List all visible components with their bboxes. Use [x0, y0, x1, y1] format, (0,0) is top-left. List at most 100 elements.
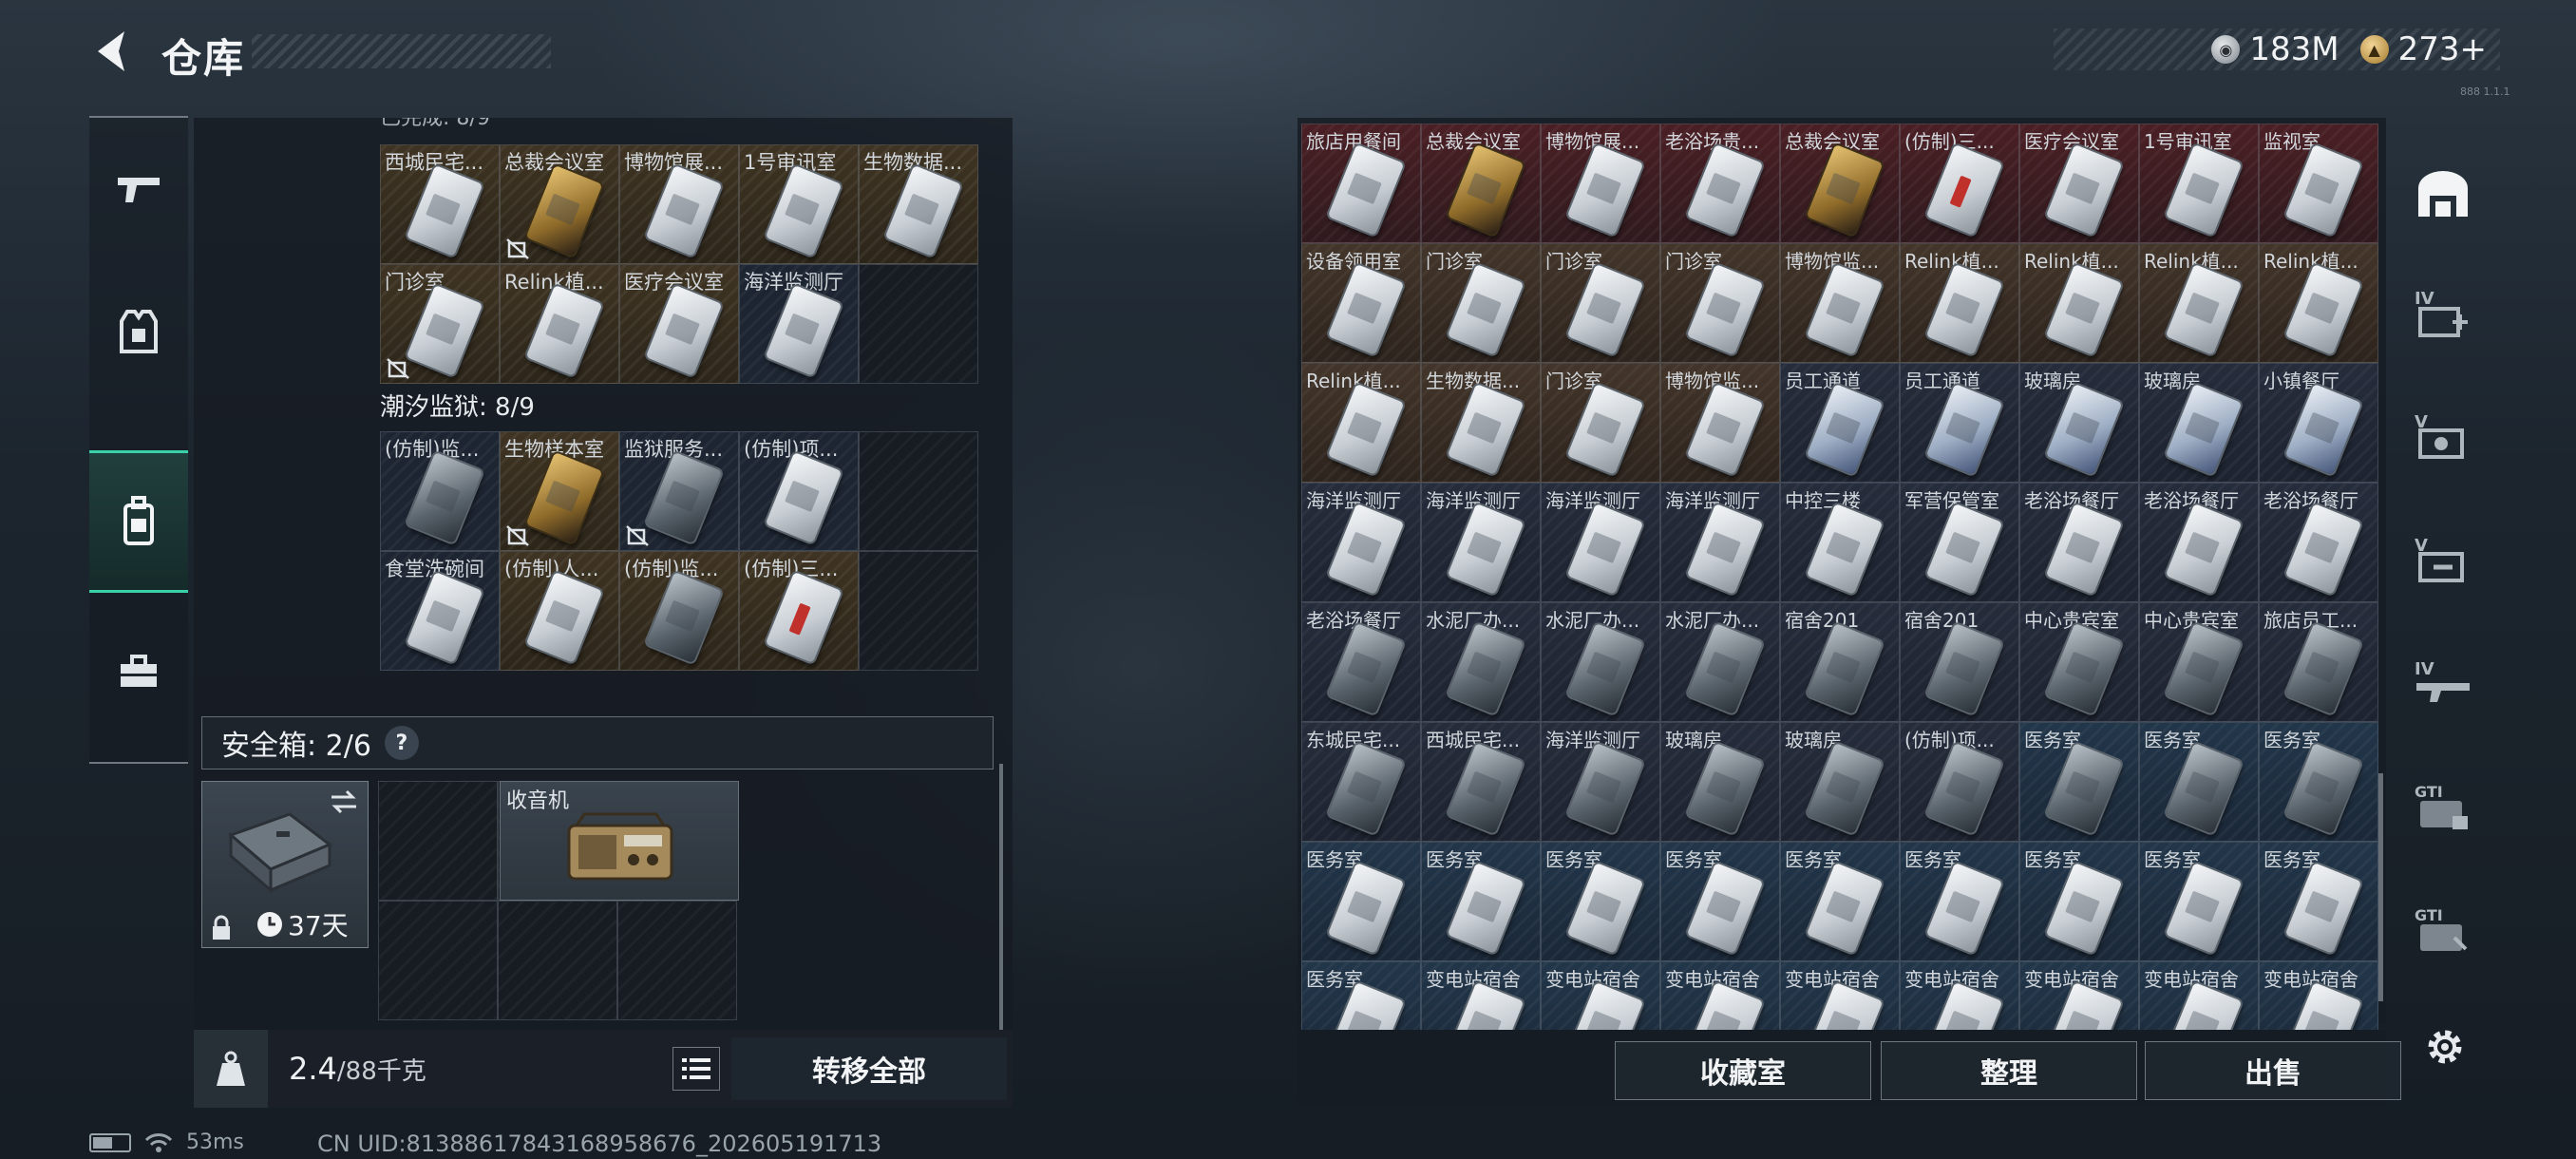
nav-toolbox[interactable]	[89, 600, 188, 743]
inventory-item[interactable]: 老浴场贵...	[1660, 124, 1780, 243]
storage-item[interactable]: Relink植...	[500, 264, 619, 384]
inventory-scrollbar[interactable]	[2378, 773, 2383, 1001]
inventory-item[interactable]: 变电站宿舍	[1780, 961, 1900, 1030]
inventory-item[interactable]: 玻璃房	[2139, 363, 2259, 483]
inventory-item[interactable]: Relink植...	[2139, 243, 2259, 363]
collection-room-button[interactable]: 收藏室	[1615, 1041, 1871, 1100]
inventory-item[interactable]: 变电站宿舍	[1421, 961, 1541, 1030]
tab-gti-card[interactable]: GTI	[2403, 750, 2483, 874]
storage-item[interactable]: 生物样本室	[500, 431, 619, 551]
inventory-item[interactable]: 海洋监测厅	[1541, 722, 1660, 842]
safe-slot[interactable]	[378, 901, 498, 1020]
inventory-item[interactable]: 门诊室	[1541, 363, 1660, 483]
settings-button[interactable]	[2418, 1020, 2472, 1074]
inventory-item[interactable]: 东城民宅...	[1301, 722, 1421, 842]
inventory-item[interactable]: 员工通道	[1900, 363, 2019, 483]
inventory-item[interactable]: 医务室	[2139, 722, 2259, 842]
inventory-item[interactable]: 海洋监测厅	[1541, 483, 1660, 602]
inventory-item[interactable]: 医务室	[1780, 842, 1900, 961]
safe-slot[interactable]	[378, 781, 498, 901]
tab-storage-home[interactable]	[2403, 133, 2483, 256]
inventory-item[interactable]: 医务室	[1301, 961, 1421, 1030]
tab-tier-v-tool[interactable]: V	[2403, 504, 2483, 627]
storage-item[interactable]: 博物馆展...	[619, 144, 739, 264]
storage-item[interactable]: (仿制)监...	[619, 551, 739, 671]
help-button[interactable]: ?	[384, 726, 419, 760]
empty-slot[interactable]	[859, 551, 978, 671]
nav-backpack[interactable]	[89, 450, 188, 593]
inventory-item[interactable]: 1号审讯室	[2139, 124, 2259, 243]
safe-slot[interactable]	[617, 901, 737, 1020]
sell-button[interactable]: 出售	[2145, 1041, 2401, 1100]
nav-armor[interactable]	[89, 260, 188, 403]
inventory-item[interactable]: 总裁会议室	[1780, 124, 1900, 243]
inventory-item[interactable]: 军营保管室	[1900, 483, 2019, 602]
inventory-item[interactable]: 水泥厂办...	[1660, 602, 1780, 722]
inventory-item[interactable]: (仿制)项...	[1900, 722, 2019, 842]
inventory-item[interactable]: 医务室	[2019, 722, 2139, 842]
inventory-item[interactable]: 博物馆监...	[1780, 243, 1900, 363]
inventory-item[interactable]: 医务室	[1541, 842, 1660, 961]
swap-icon[interactable]	[328, 788, 360, 816]
inventory-item[interactable]: 西城民宅...	[1421, 722, 1541, 842]
list-view-button[interactable]	[672, 1047, 720, 1091]
storage-scroll-area[interactable]: 已完成: 8/9 西城民宅... 总裁会议室 博物馆展... 1号审讯室 生物数据...…	[194, 118, 1013, 1030]
inventory-item[interactable]: 医务室	[1421, 842, 1541, 961]
back-button[interactable]	[84, 21, 141, 82]
storage-scrollbar[interactable]	[999, 764, 1003, 1030]
storage-item[interactable]: 海洋监测厅	[739, 264, 859, 384]
inventory-item[interactable]: 海洋监测厅	[1660, 483, 1780, 602]
storage-item[interactable]: 监狱服务...	[619, 431, 739, 551]
inventory-item[interactable]: 变电站宿舍	[1541, 961, 1660, 1030]
inventory-item[interactable]: 医务室	[2019, 842, 2139, 961]
inventory-item[interactable]: 宿舍201	[1900, 602, 2019, 722]
inventory-scroll-area[interactable]: 旅店用餐间 总裁会议室 博物馆展... 老浴场贵... 总裁会议室 (仿制)三... 医疗会…	[1297, 118, 2386, 1030]
storage-item[interactable]: 生物数据...	[859, 144, 978, 264]
inventory-item[interactable]: 医务室	[1301, 842, 1421, 961]
inventory-item[interactable]: 变电站宿舍	[2139, 961, 2259, 1030]
inventory-item[interactable]: 海洋监测厅	[1301, 483, 1421, 602]
empty-slot[interactable]	[859, 431, 978, 551]
gold-currency[interactable]: ▲ 273+	[2359, 30, 2487, 68]
storage-item[interactable]: 1号审讯室	[739, 144, 859, 264]
inventory-item[interactable]: 老浴场餐厅	[2259, 483, 2378, 602]
sort-button[interactable]: 整理	[1881, 1041, 2137, 1100]
safe-box-container[interactable]: 37天	[201, 781, 369, 948]
inventory-item[interactable]: 员工通道	[1780, 363, 1900, 483]
tab-tier-iv-medkit[interactable]: IV	[2403, 256, 2483, 380]
inventory-item[interactable]: 旅店员工...	[2259, 602, 2378, 722]
inventory-item[interactable]: 医务室	[2259, 842, 2378, 961]
inventory-item[interactable]: 玻璃房	[1780, 722, 1900, 842]
inventory-item[interactable]: 小镇餐厅	[2259, 363, 2378, 483]
inventory-item[interactable]: 宿舍201	[1780, 602, 1900, 722]
storage-item[interactable]: 医疗会议室	[619, 264, 739, 384]
inventory-item[interactable]: 博物馆展...	[1541, 124, 1660, 243]
inventory-item[interactable]: 玻璃房	[1660, 722, 1780, 842]
inventory-item[interactable]: Relink植...	[2259, 243, 2378, 363]
inventory-item[interactable]: 医务室	[2139, 842, 2259, 961]
inventory-item[interactable]: 水泥厂办...	[1421, 602, 1541, 722]
storage-item[interactable]: 门诊室	[380, 264, 500, 384]
inventory-item[interactable]: 总裁会议室	[1421, 124, 1541, 243]
inventory-item[interactable]: 老浴场餐厅	[2139, 483, 2259, 602]
storage-item[interactable]: (仿制)三...	[739, 551, 859, 671]
inventory-item[interactable]: 变电站宿舍	[2259, 961, 2378, 1030]
inventory-item[interactable]: 中心贵宾室	[2139, 602, 2259, 722]
inventory-item[interactable]: Relink植...	[2019, 243, 2139, 363]
inventory-item[interactable]: 门诊室	[1421, 243, 1541, 363]
inventory-item[interactable]: 变电站宿舍	[1660, 961, 1780, 1030]
inventory-item[interactable]: 中控三楼	[1780, 483, 1900, 602]
nav-weapons[interactable]	[89, 118, 188, 260]
inventory-item[interactable]: 医务室	[1660, 842, 1780, 961]
storage-item[interactable]: (仿制)项...	[739, 431, 859, 551]
transfer-all-button[interactable]: 转移全部	[731, 1037, 1007, 1100]
inventory-item[interactable]: 变电站宿舍	[1900, 961, 2019, 1030]
tab-tier-iv-rifle[interactable]: IV	[2403, 627, 2483, 750]
inventory-item[interactable]: 门诊室	[1660, 243, 1780, 363]
inventory-item[interactable]: Relink植...	[1900, 243, 2019, 363]
safe-slot[interactable]	[498, 901, 617, 1020]
storage-item[interactable]: 总裁会议室	[500, 144, 619, 264]
inventory-item[interactable]: 水泥厂办...	[1541, 602, 1660, 722]
inventory-item[interactable]: 设备领用室	[1301, 243, 1421, 363]
inventory-item[interactable]: 旅店用餐间	[1301, 124, 1421, 243]
